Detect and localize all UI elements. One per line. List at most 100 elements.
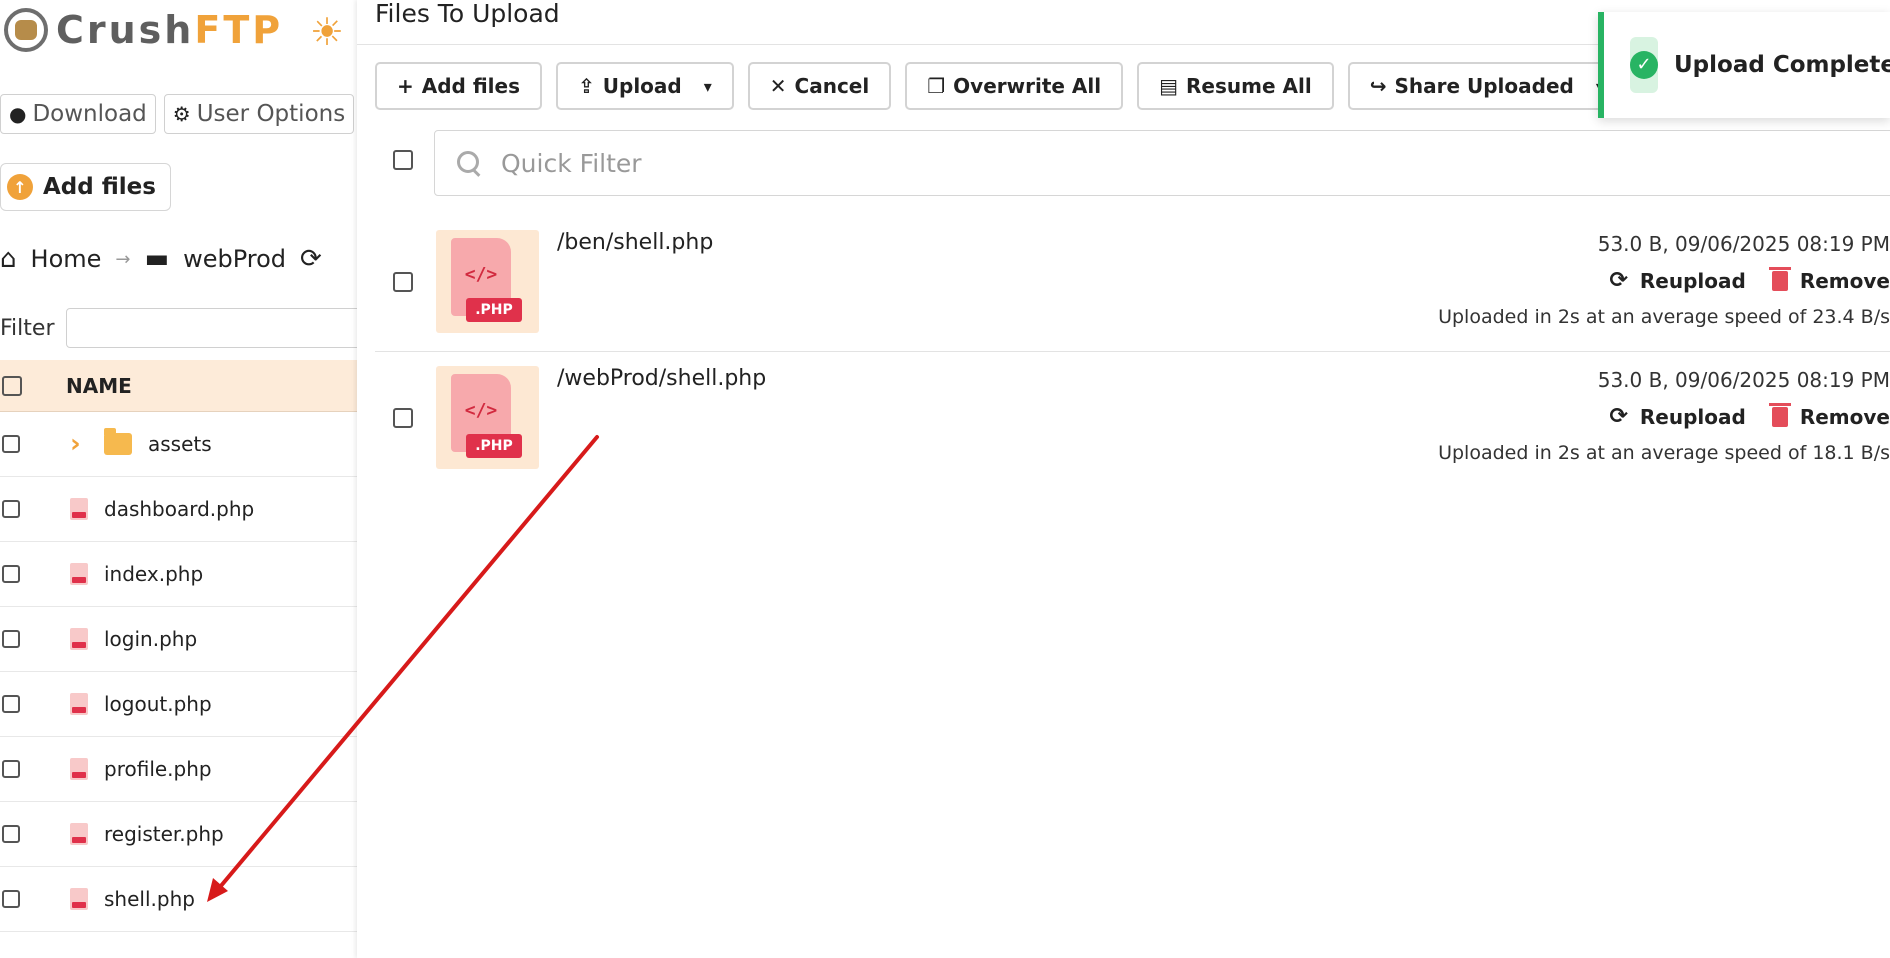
remove-item-button[interactable]: Remove <box>1768 266 1890 293</box>
file-browser-panel: CrushFTP ☀ ● Download ⚙ User Options ○ ↑… <box>0 0 357 958</box>
upload-button[interactable]: ⇪ Upload ▾ <box>556 62 734 110</box>
file-name[interactable]: shell.php <box>104 887 195 911</box>
php-file-thumbnail: </> .PHP <box>436 230 539 333</box>
upload-complete-toast: ✓ Upload Complete <box>1598 12 1890 118</box>
reupload-label: Reupload <box>1639 268 1746 293</box>
file-name[interactable]: login.php <box>104 627 197 651</box>
row-checkbox[interactable] <box>2 760 20 778</box>
upload-item-path: /webProd/shell.php <box>557 366 767 391</box>
table-row[interactable]: shell.php <box>0 867 357 932</box>
gear-icon: ⚙ <box>172 102 191 126</box>
row-checkbox[interactable] <box>2 890 20 908</box>
crushftp-logo: CrushFTP <box>4 8 283 52</box>
check-circle-icon: ✓ <box>1630 51 1658 79</box>
reupload-button[interactable]: ⟳ Reupload <box>1609 268 1745 293</box>
code-glyph: </> <box>464 400 498 421</box>
row-checkbox[interactable] <box>2 695 20 713</box>
upload-item-checkbox[interactable] <box>393 408 413 428</box>
reupload-button[interactable]: ⟳ Reupload <box>1609 404 1745 429</box>
refresh-icon[interactable]: ⟳ <box>300 244 322 274</box>
resume-all-label: Resume All <box>1186 74 1312 98</box>
home-icon[interactable]: ⌂ <box>0 244 17 274</box>
file-name[interactable]: dashboard.php <box>104 497 254 521</box>
add-files-label: Add files <box>421 74 520 98</box>
row-checkbox[interactable] <box>2 565 20 583</box>
filter-label: Filter <box>0 315 55 341</box>
breadcrumb-home[interactable]: Home <box>31 245 102 273</box>
name-column-header[interactable]: NAME <box>66 374 132 398</box>
add-files-button-left[interactable]: ↑ Add files <box>0 163 171 211</box>
breadcrumb-folder[interactable]: webProd <box>183 245 286 273</box>
row-checkbox[interactable] <box>2 435 20 453</box>
table-row[interactable]: profile.php <box>0 737 357 802</box>
php-file-icon <box>70 498 88 520</box>
download-button[interactable]: ● Download <box>0 94 156 134</box>
table-row[interactable]: index.php <box>0 542 357 607</box>
upload-item-checkbox[interactable] <box>393 272 413 292</box>
user-options-button[interactable]: ⚙ User Options <box>163 94 355 134</box>
close-icon: ✕ <box>769 74 787 98</box>
cancel-label: Cancel <box>794 74 870 98</box>
upload-item-speed: Uploaded in 2s at an average speed of 23… <box>1438 306 1890 328</box>
file-name[interactable]: register.php <box>104 822 224 846</box>
quick-filter-input[interactable] <box>501 148 1401 178</box>
php-file-icon <box>70 888 88 910</box>
user-options-button-label: User Options <box>196 101 346 127</box>
file-name[interactable]: logout.php <box>104 692 212 716</box>
file-name[interactable]: assets <box>148 432 212 456</box>
upload-item: </> .PHP /ben/shell.php 53.0 B, 09/06/20… <box>375 216 1890 352</box>
upload-label: Upload <box>602 74 682 98</box>
cancel-button[interactable]: ✕ Cancel <box>747 62 892 110</box>
upload-arrow-icon: ↑ <box>7 174 33 200</box>
filter-input[interactable] <box>66 308 357 348</box>
remove-item-label: Remove <box>1799 268 1890 293</box>
upload-icon: ⇪ <box>578 74 595 98</box>
select-all-uploads-checkbox[interactable] <box>393 150 413 170</box>
upload-item-actions: ⟳ Reupload Remove <box>1609 266 1890 293</box>
crushftp-logo-icon <box>4 8 48 52</box>
folder-icon: ▬ <box>144 244 170 274</box>
add-files-left-label: Add files <box>43 174 156 200</box>
reupload-icon: ⟳ <box>1609 404 1628 429</box>
chevron-down-icon[interactable]: ▾ <box>704 77 712 96</box>
overwrite-all-label: Overwrite All <box>953 74 1102 98</box>
row-checkbox[interactable] <box>2 825 20 843</box>
remove-item-button[interactable]: Remove <box>1768 402 1890 429</box>
share-uploaded-label: Share Uploaded <box>1394 74 1574 98</box>
reupload-icon: ⟳ <box>1609 268 1628 293</box>
reupload-label: Reupload <box>1639 404 1746 429</box>
code-glyph: </> <box>464 264 498 285</box>
logo-text-crush: Crush <box>56 8 195 52</box>
select-all-checkbox[interactable] <box>2 375 22 396</box>
share-uploaded-button[interactable]: ↪ Share Uploaded ▾ <box>1347 62 1626 110</box>
php-file-icon <box>70 693 88 715</box>
theme-sun-icon[interactable]: ☀ <box>310 10 344 54</box>
php-file-icon <box>70 628 88 650</box>
breadcrumb-arrow-icon: → <box>115 248 131 270</box>
table-row[interactable]: login.php <box>0 607 357 672</box>
table-row[interactable]: register.php <box>0 802 357 867</box>
share-icon: ↪ <box>1369 74 1387 98</box>
add-files-button[interactable]: + Add files <box>375 62 542 110</box>
table-row[interactable]: › assets <box>0 412 357 477</box>
php-badge: .PHP <box>466 434 522 458</box>
row-checkbox[interactable] <box>2 500 20 518</box>
copy-icon: ❐ <box>927 74 946 98</box>
files-to-upload-modal: Files To Upload + Add files ⇪ Upload ▾ ✕… <box>357 0 1890 958</box>
file-name[interactable]: index.php <box>104 562 203 586</box>
overwrite-all-button[interactable]: ❐ Overwrite All <box>905 62 1124 110</box>
php-badge: .PHP <box>466 298 522 322</box>
table-row[interactable]: dashboard.php <box>0 477 357 542</box>
file-table: NAME › assets dashboard.php index.php lo… <box>0 360 357 932</box>
table-row[interactable]: logout.php <box>0 672 357 737</box>
row-checkbox[interactable] <box>2 630 20 648</box>
logo-text-ftp: FTP <box>194 8 284 52</box>
resume-all-button[interactable]: ▤ Resume All <box>1137 62 1334 110</box>
file-name[interactable]: profile.php <box>104 757 212 781</box>
upload-item-path: /ben/shell.php <box>557 230 714 255</box>
top-button-bar: ● Download ⚙ User Options ○ <box>0 94 357 134</box>
upload-item-meta: 53.0 B, 09/06/2025 08:19 PM <box>1597 368 1890 392</box>
filter-row: Filter <box>0 308 357 348</box>
toast-text: Upload Complete <box>1674 52 1890 78</box>
chevron-right-icon[interactable]: › <box>70 429 92 459</box>
